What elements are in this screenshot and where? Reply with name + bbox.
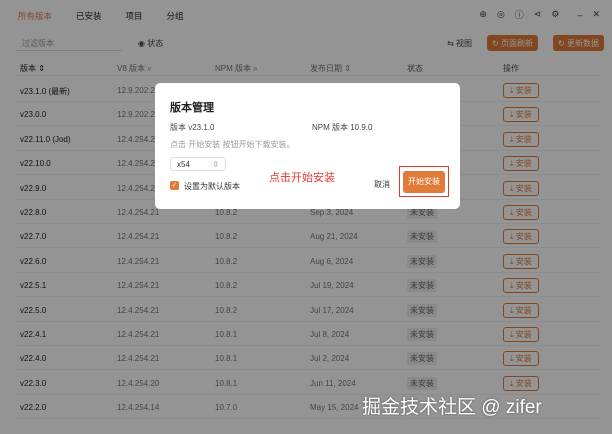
- chevron-updown-icon: ⇕: [212, 160, 219, 169]
- modal-hint: 点击 开始安装 按钮开始下载安装。: [170, 140, 295, 149]
- version-modal: 版本管理 版本 v23.1.0 NPM 版本 10.9.0 点击 开始安装 按钮…: [155, 83, 460, 209]
- start-install-button[interactable]: 开始安装: [403, 171, 445, 193]
- default-checkbox[interactable]: ✓: [170, 181, 179, 190]
- arch-select[interactable]: x54 ⇕: [170, 157, 226, 171]
- cancel-button[interactable]: 取消: [370, 177, 394, 192]
- modal-title: 版本管理: [170, 102, 214, 114]
- modal-version: 版本 v23.1.0: [170, 123, 215, 132]
- arch-value: x54: [177, 160, 190, 169]
- modal-npm: NPM 版本 10.9.0: [312, 123, 373, 132]
- annotation-text: 点击开始安装: [269, 172, 335, 184]
- default-checkbox-label[interactable]: 设置为默认版本: [184, 181, 240, 192]
- watermark: 掘金技术社区 @ zifer: [362, 397, 542, 418]
- modal-overlay[interactable]: [0, 0, 612, 434]
